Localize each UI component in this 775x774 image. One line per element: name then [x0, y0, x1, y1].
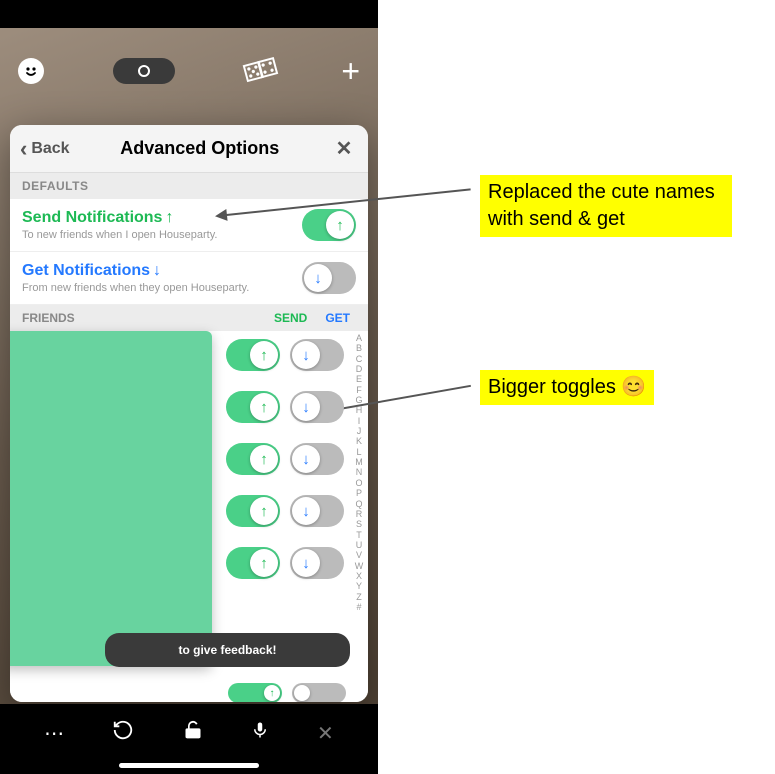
index-letter[interactable]: I: [352, 416, 366, 426]
send-notifications-row: Send Notifications ↑ To new friends when…: [10, 199, 368, 252]
record-pill[interactable]: [113, 58, 175, 84]
annotation-text: Replaced the cute names with send & get: [480, 175, 732, 237]
index-letter[interactable]: Z: [352, 592, 366, 602]
phone-notch-bar: [0, 0, 378, 28]
index-letter[interactable]: J: [352, 426, 366, 436]
index-letter[interactable]: M: [352, 457, 366, 467]
index-letter[interactable]: G: [352, 395, 366, 405]
friend-row: ↑ ↓: [226, 391, 344, 423]
index-letter[interactable]: A: [352, 333, 366, 343]
plus-icon[interactable]: +: [341, 53, 360, 90]
friend-send-toggle[interactable]: ↑: [226, 443, 280, 475]
get-notifications-subtitle: From new friends when they open Housepar…: [22, 282, 302, 294]
close-button[interactable]: ✕: [330, 136, 358, 161]
index-letter[interactable]: N: [352, 467, 366, 477]
friend-get-toggle[interactable]: [292, 683, 346, 702]
index-letter[interactable]: B: [352, 343, 366, 353]
index-letter[interactable]: U: [352, 540, 366, 550]
get-notifications-title: Get Notifications ↓: [22, 262, 302, 280]
feedback-toast[interactable]: to give feedback!: [105, 633, 350, 667]
friend-get-toggle[interactable]: ↓: [290, 495, 344, 527]
mic-icon[interactable]: [251, 719, 269, 747]
index-letter[interactable]: L: [352, 447, 366, 457]
friends-label: FRIENDS: [22, 311, 75, 325]
annotation-text: Bigger toggles 😊: [480, 370, 654, 405]
index-letter[interactable]: S: [352, 519, 366, 529]
get-notifications-toggle[interactable]: ↓: [302, 262, 356, 294]
close-icon[interactable]: ✕: [317, 721, 334, 746]
phone-frame: ⚄⚃ + ‹ Back Advanced Options ✕ DEFAULTS …: [0, 0, 378, 774]
modal-header: ‹ Back Advanced Options ✕: [10, 125, 368, 173]
chevron-left-icon: ‹: [20, 136, 27, 162]
index-letter[interactable]: O: [352, 478, 366, 488]
app-top-bar: ⚄⚃ +: [0, 46, 378, 96]
dice-icon[interactable]: ⚄⚃: [240, 53, 276, 89]
friend-send-toggle[interactable]: ↑: [228, 683, 282, 702]
advanced-options-modal: ‹ Back Advanced Options ✕ DEFAULTS Send …: [10, 125, 368, 702]
arrow-up-icon: ↑: [336, 217, 344, 234]
friend-toggle-column: ↑ ↓ ↑ ↓ ↑ ↓ ↑ ↓ ↑ ↓: [226, 339, 344, 579]
alphabet-index[interactable]: ABCDEFGHIJKLMNOPQRSTUVWXYZ#: [352, 331, 366, 702]
friend-get-toggle[interactable]: ↓: [290, 391, 344, 423]
friends-section-header: FRIENDS SEND GET: [10, 305, 368, 331]
index-letter[interactable]: V: [352, 550, 366, 560]
friend-row: ↑ ↓: [226, 547, 344, 579]
friend-send-toggle[interactable]: ↑: [226, 495, 280, 527]
back-button[interactable]: ‹ Back: [20, 136, 70, 162]
rotate-camera-icon[interactable]: [112, 719, 134, 747]
modal-title: Advanced Options: [120, 138, 279, 159]
record-circle-icon: [138, 65, 150, 77]
index-letter[interactable]: F: [352, 385, 366, 395]
index-letter[interactable]: P: [352, 488, 366, 498]
friend-names-redacted: [10, 331, 212, 666]
index-letter[interactable]: K: [352, 436, 366, 446]
index-letter[interactable]: T: [352, 530, 366, 540]
friend-send-toggle[interactable]: ↑: [226, 339, 280, 371]
index-letter[interactable]: #: [352, 602, 366, 612]
unlock-icon[interactable]: [183, 719, 203, 747]
send-notifications-toggle[interactable]: ↑: [302, 209, 356, 241]
index-letter[interactable]: Q: [352, 499, 366, 509]
back-label: Back: [31, 140, 69, 158]
defaults-section-label: DEFAULTS: [10, 173, 368, 199]
index-letter[interactable]: E: [352, 374, 366, 384]
index-letter[interactable]: R: [352, 509, 366, 519]
friend-get-toggle[interactable]: ↓: [290, 339, 344, 371]
arrow-up-icon: ↑: [165, 209, 173, 227]
smiley-icon[interactable]: [18, 58, 44, 84]
partial-row: ↑: [228, 683, 346, 702]
friend-send-toggle[interactable]: ↑: [226, 391, 280, 423]
friend-row: ↑ ↓: [226, 339, 344, 371]
index-letter[interactable]: H: [352, 405, 366, 415]
friend-row: ↑ ↓: [226, 495, 344, 527]
home-indicator[interactable]: [119, 763, 259, 768]
friends-list[interactable]: ↑ ↓ ↑ ↓ ↑ ↓ ↑ ↓ ↑ ↓: [10, 331, 368, 702]
arrow-down-icon: ↓: [153, 262, 161, 280]
bottom-toolbar: ⋯ ✕: [0, 704, 378, 774]
friend-get-toggle[interactable]: ↓: [290, 443, 344, 475]
index-letter[interactable]: W: [352, 561, 366, 571]
index-letter[interactable]: C: [352, 354, 366, 364]
friend-send-toggle[interactable]: ↑: [226, 547, 280, 579]
get-column-label: GET: [325, 311, 350, 325]
index-letter[interactable]: X: [352, 571, 366, 581]
index-letter[interactable]: D: [352, 364, 366, 374]
friend-row: ↑ ↓: [226, 443, 344, 475]
send-column-label: SEND: [274, 311, 307, 325]
index-letter[interactable]: Y: [352, 581, 366, 591]
more-icon[interactable]: ⋯: [44, 721, 64, 746]
arrow-down-icon: ↓: [314, 270, 322, 287]
send-notifications-subtitle: To new friends when I open Houseparty.: [22, 229, 302, 241]
get-notifications-row: Get Notifications ↓ From new friends whe…: [10, 252, 368, 305]
friend-get-toggle[interactable]: ↓: [290, 547, 344, 579]
